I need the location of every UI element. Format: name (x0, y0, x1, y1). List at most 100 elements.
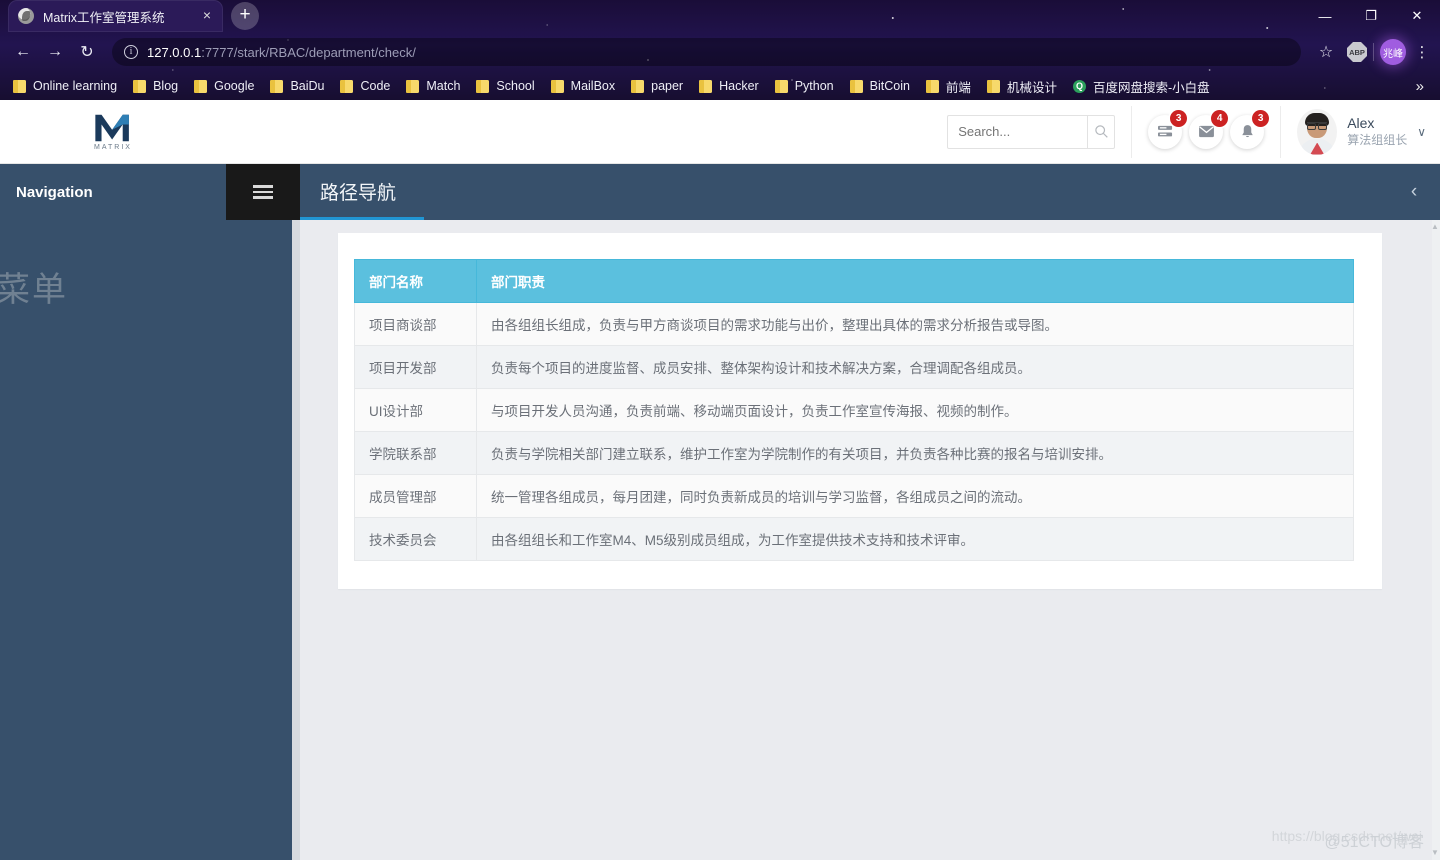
address-bar-url: 127.0.0.1:7777/stark/RBAC/department/che… (147, 45, 416, 60)
forward-icon[interactable]: → (40, 37, 70, 67)
bookmark-label: 机械设计 (1006, 80, 1057, 95)
navigation-bar: Navigation 路径导航 ‹ (0, 164, 1440, 220)
bookmark-item[interactable]: Blog (126, 77, 185, 95)
bookmark-label: paper (651, 79, 684, 93)
table-head: 部门名称 部门职责 (354, 259, 1354, 303)
bookmark-item[interactable]: 机械设计 (980, 75, 1064, 98)
tab-title: Matrix工作室管理系统 (43, 10, 165, 25)
bookmark-item[interactable]: Match (399, 77, 467, 95)
chevron-left-icon: ‹ (1410, 181, 1418, 202)
browser-tab[interactable]: Matrix工作室管理系统 × (8, 0, 223, 32)
table-row[interactable]: 技术委员会 由各组组长和工作室M4、M5级别成员组成，为工作室提供技术支持和技术… (354, 517, 1354, 561)
folder-icon (406, 79, 420, 93)
toolbar-divider (1373, 43, 1374, 61)
browser-toolbar: ← → ↻ i 127.0.0.1:7777/stark/RBAC/depart… (0, 32, 1440, 72)
toolbar-right: ☆ ABP 兆峰 ⋮ (1311, 37, 1432, 67)
bookmark-item[interactable]: Online learning (6, 77, 124, 95)
bookmark-item[interactable]: BitCoin (843, 77, 917, 95)
content-area: 部门名称 部门职责 项目商谈部 由各组组长组成，负责与甲方商谈项目的需求功能与出… (300, 220, 1440, 860)
folder-icon (550, 79, 564, 93)
reload-icon[interactable]: ↻ (72, 37, 102, 67)
sidebar-scrollbar[interactable] (292, 220, 300, 860)
close-icon[interactable]: × (197, 6, 217, 26)
folder-icon (476, 79, 490, 93)
back-icon[interactable]: ← (8, 37, 38, 67)
cell-department-duty: 由各组组长组成，负责与甲方商谈项目的需求功能与出价，整理出具体的需求分析报告或导… (476, 302, 1354, 346)
app-body: 菜单 部门名称 部门职责 项目商谈部 由各组组长组成，负责与甲方商谈项目的需求功… (0, 220, 1440, 860)
bookmark-item[interactable]: Google (187, 77, 261, 95)
notifications-button[interactable]: 3 (1230, 109, 1270, 149)
bookmark-item[interactable]: Code (333, 77, 397, 95)
bookmark-star-icon[interactable]: ☆ (1311, 37, 1341, 67)
bookmark-item[interactable]: Hacker (692, 77, 766, 95)
web-application: MATRIX 3 (0, 100, 1440, 860)
table-body: 项目商谈部 由各组组长组成，负责与甲方商谈项目的需求功能与出价，整理出具体的需求… (354, 302, 1354, 561)
sidebar-toggle-button[interactable] (226, 164, 300, 220)
header-divider (1131, 105, 1133, 158)
folder-icon (13, 79, 26, 93)
user-name: Alex (1347, 115, 1375, 132)
department-table: 部门名称 部门职责 项目商谈部 由各组组长组成，负责与甲方商谈项目的需求功能与出… (354, 259, 1354, 561)
table-row[interactable]: UI设计部 与项目开发人员沟通，负责前端、移动端页面设计，负责工作室宣传海报、视… (354, 388, 1354, 432)
bookmark-item[interactable]: paper (624, 77, 690, 95)
messages-button[interactable]: 4 (1189, 109, 1229, 149)
scroll-up-icon[interactable]: ▲ (1431, 222, 1439, 232)
table-row[interactable]: 项目商谈部 由各组组长组成，负责与甲方商谈项目的需求功能与出价，整理出具体的需求… (354, 302, 1354, 346)
bookmark-label: School (496, 79, 535, 93)
bookmark-label: Hacker (719, 79, 759, 93)
messages-icon (1198, 125, 1214, 138)
search-box[interactable] (947, 114, 1116, 149)
bookmark-item[interactable]: Python (768, 77, 841, 95)
chevron-down-icon[interactable]: ∨ (1417, 125, 1426, 139)
sidebar: 菜单 (0, 220, 300, 860)
close-window-icon[interactable]: ✕ (1394, 0, 1440, 32)
folder-icon (774, 79, 788, 93)
user-role: 算法组组长 (1347, 132, 1408, 147)
abp-extension-icon[interactable]: ABP (1347, 42, 1367, 62)
cell-department-duty: 与项目开发人员沟通，负责前端、移动端页面设计，负责工作室宣传海报、视频的制作。 (476, 388, 1354, 432)
scroll-down-icon[interactable]: ▼ (1431, 848, 1439, 858)
brand-logo[interactable]: MATRIX (0, 113, 226, 151)
table-row[interactable]: 学院联系部 负责与学院相关部门建立联系，维护工作室为学院制作的有关项目，并负责各… (354, 431, 1354, 475)
brand-text: MATRIX (94, 143, 132, 151)
folder-icon (631, 79, 645, 93)
tasks-button[interactable]: 3 (1148, 109, 1188, 149)
column-header-name: 部门名称 (354, 259, 477, 303)
bookmark-item[interactable]: BaiDu (263, 77, 331, 95)
maximize-icon[interactable]: ❐ (1348, 0, 1394, 32)
breadcrumb: 路径导航 (300, 164, 1388, 220)
bookmark-label: 百度网盘搜索-小白盘 (1092, 80, 1210, 95)
header-icon-group: 3 4 3 (1148, 109, 1270, 149)
bookmark-label: MailBox (570, 79, 616, 93)
collapse-panel-button[interactable]: ‹ (1388, 164, 1440, 220)
browser-profile-avatar[interactable]: 兆峰 (1380, 39, 1406, 65)
watermark: https://blog.csdn.net/wei @51CTO博客 (1272, 828, 1424, 851)
table-row[interactable]: 成员管理部 统一管理各组成员，每月团建，同时负责新成员的培训与学习监督，各组成员… (354, 474, 1354, 518)
bookmark-item[interactable]: School (469, 77, 541, 95)
bookmark-label: Match (426, 79, 461, 93)
folder-icon (340, 79, 354, 93)
search-button[interactable] (1086, 115, 1114, 148)
bookmark-item[interactable]: MailBox (544, 77, 622, 95)
minimize-icon[interactable]: — (1302, 0, 1348, 32)
bookmark-item[interactable]: 百度网盘搜索-小白盘 (1066, 75, 1217, 98)
matrix-m-logo (95, 114, 129, 141)
site-info-icon[interactable]: i (124, 45, 138, 59)
breadcrumb-current: 路径导航 (320, 182, 397, 204)
new-tab-button[interactable]: + (231, 2, 259, 30)
cell-department-name: 项目商谈部 (354, 302, 477, 346)
content-scrollbar[interactable]: ▲ ▼ (1431, 220, 1440, 860)
cell-department-duty: 统一管理各组成员，每月团建，同时负责新成员的培训与学习监督，各组成员之间的流动。 (476, 474, 1354, 518)
bookmark-item[interactable]: 前端 (919, 75, 978, 98)
bookmark-label: Code (360, 79, 391, 93)
table-row[interactable]: 项目开发部 负责每个项目的进度监督、成员安排、整体架构设计和技术解决方案，合理调… (354, 345, 1354, 389)
bookmarks-overflow-icon[interactable]: » (1406, 78, 1434, 95)
bookmark-label: BaiDu (290, 79, 325, 93)
browser-menu-icon[interactable]: ⋮ (1412, 45, 1432, 60)
column-header-duty: 部门职责 (476, 259, 1354, 303)
folder-icon (133, 79, 147, 93)
folder-icon (925, 79, 939, 93)
search-input[interactable] (948, 115, 1087, 148)
address-bar[interactable]: i 127.0.0.1:7777/stark/RBAC/department/c… (112, 38, 1301, 66)
user-menu[interactable]: Alex 算法组组长 ∨ (1297, 108, 1440, 155)
